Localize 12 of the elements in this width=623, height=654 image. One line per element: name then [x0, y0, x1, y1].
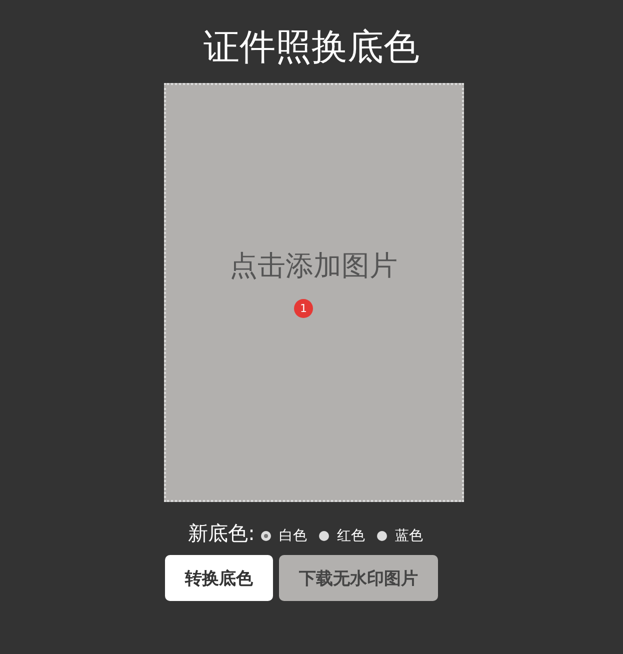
radio-label[interactable]: 白色: [278, 526, 307, 544]
action-button[interactable]: 转换底色: [165, 555, 273, 601]
upload-prompt: 点击添加图片: [230, 248, 398, 284]
radio-label[interactable]: 红色: [336, 526, 365, 544]
image-upload-area[interactable]: 点击添加图片 1: [164, 83, 464, 502]
page-title: 证件照换底色: [204, 26, 420, 70]
radio-label[interactable]: 蓝色: [394, 526, 423, 544]
number-badge: 1: [294, 299, 313, 318]
radio-button[interactable]: [318, 530, 329, 540]
color-label: 新底色:: [188, 520, 255, 547]
radio-button[interactable]: [260, 530, 271, 540]
radio-button[interactable]: [376, 530, 387, 540]
